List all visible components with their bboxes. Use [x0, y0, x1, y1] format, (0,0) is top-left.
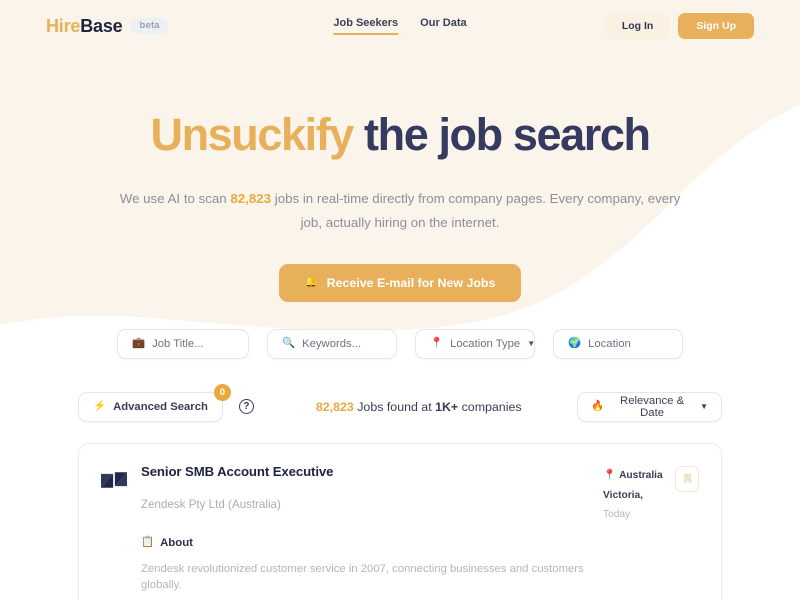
- site-header: HireBase beta Job Seekers Our Data Log I…: [0, 0, 800, 52]
- header-actions: Log In Sign Up: [605, 13, 754, 39]
- results-controls: ⚡ Advanced Search 0 ? 82,823 Jobs found …: [0, 383, 800, 422]
- advanced-search-button[interactable]: ⚡ Advanced Search: [78, 391, 223, 422]
- main-navigation: Job Seekers Our Data: [333, 17, 467, 35]
- chevron-down-icon: ▼: [700, 402, 708, 412]
- pin-icon: 📍: [430, 337, 444, 350]
- clipboard-icon: 📋: [141, 536, 155, 549]
- logo[interactable]: HireBase beta: [46, 16, 169, 37]
- logo-text-secondary: Base: [80, 15, 123, 36]
- page-title: Unsuckify the job search: [0, 110, 800, 160]
- subtitle-job-count: 82,823: [230, 190, 272, 206]
- logo-text: HireBase: [46, 15, 123, 37]
- advanced-search-badge: 0: [213, 383, 231, 401]
- results-suffix-text: companies: [458, 399, 522, 414]
- keywords-placeholder: Keywords...: [302, 337, 362, 350]
- about-section-heading: 📋 About: [141, 537, 589, 549]
- results-company-count: 1K+: [435, 399, 459, 414]
- receive-email-label: Receive E-mail for New Jobs: [326, 275, 496, 290]
- about-section-body: Zendesk revolutionized customer service …: [141, 562, 584, 591]
- lightning-icon: ⚡: [93, 400, 107, 413]
- job-company: Zendesk Pty Ltd (Australia): [141, 497, 281, 511]
- hero-subtitle: We use AI to scan 82,823 jobs in real-ti…: [118, 187, 683, 236]
- advanced-search-label: Advanced Search: [113, 400, 208, 413]
- job-region: Victoria,: [603, 489, 644, 501]
- chevron-down-icon: ▼: [527, 339, 536, 349]
- log-in-button[interactable]: Log In: [605, 13, 670, 39]
- headline-rest: the job search: [352, 109, 651, 160]
- nav-item-our-data[interactable]: Our Data: [420, 17, 466, 35]
- logo-text-primary: Hire: [46, 15, 81, 36]
- cta-container: 🔔 Receive E-mail for New Jobs: [0, 263, 800, 302]
- subtitle-part-2: jobs in real-time directly from company …: [271, 190, 681, 231]
- location-type-select[interactable]: 📍 Location Type ▼: [415, 328, 536, 359]
- bookmark-button[interactable]: [675, 465, 699, 492]
- sort-wrapper: 🔥 Relevance & Date ▼: [577, 391, 722, 422]
- job-title-placeholder: Job Title...: [152, 337, 204, 350]
- sort-dropdown[interactable]: 🔥 Relevance & Date ▼: [577, 391, 722, 422]
- advanced-search-wrapper: ⚡ Advanced Search 0: [78, 383, 231, 422]
- job-meta: 📍 Australia Victoria, Today: [603, 464, 699, 600]
- pin-icon: 📍: [603, 469, 617, 482]
- globe-icon: 🌍: [568, 337, 582, 350]
- keywords-input[interactable]: 🔍 Keywords...: [267, 328, 397, 359]
- results-summary: 82,823 Jobs found at 1K+ companies: [316, 400, 522, 414]
- job-details: Senior SMB Account Executive Zendesk Pty…: [141, 464, 589, 600]
- beta-badge: beta: [130, 18, 169, 34]
- location-input[interactable]: 🌍 Location: [553, 328, 683, 359]
- job-posted-date: Today: [603, 509, 631, 521]
- hero-section: Unsuckify the job search We use AI to sc…: [0, 52, 800, 302]
- bell-icon: 🔔: [304, 276, 318, 289]
- job-title-input[interactable]: 💼 Job Title...: [117, 328, 249, 359]
- job-results-list: Senior SMB Account Executive Zendesk Pty…: [0, 442, 800, 600]
- search-bar: 💼 Job Title... 🔍 Keywords... 📍 Location …: [0, 328, 800, 359]
- zendesk-logo: [101, 471, 127, 488]
- location-type-label: Location Type: [450, 337, 521, 350]
- help-icon[interactable]: ?: [238, 399, 254, 415]
- headline-accent: Unsuckify: [150, 109, 354, 160]
- job-card[interactable]: Senior SMB Account Executive Zendesk Pty…: [78, 442, 722, 600]
- subtitle-part-1: We use AI to scan: [119, 190, 231, 206]
- results-count: 82,823: [315, 399, 354, 414]
- magnifier-icon: 🔍: [282, 337, 296, 350]
- briefcase-icon: 💼: [132, 337, 146, 350]
- job-title[interactable]: Senior SMB Account Executive: [141, 464, 589, 479]
- nav-item-job-seekers[interactable]: Job Seekers: [333, 17, 399, 35]
- receive-email-button[interactable]: 🔔 Receive E-mail for New Jobs: [278, 263, 522, 302]
- about-heading-label: About: [160, 536, 193, 549]
- sign-up-button[interactable]: Sign Up: [678, 13, 754, 39]
- bookmark-icon: [683, 473, 691, 484]
- job-location-info: 📍 Australia Victoria, Today: [603, 466, 665, 526]
- sort-label: Relevance & Date: [620, 394, 685, 419]
- job-country-row: 📍 Australia: [603, 466, 665, 486]
- location-placeholder: Location: [588, 337, 631, 350]
- job-country: Australia: [619, 469, 663, 481]
- results-middle-text: Jobs found at: [353, 399, 436, 414]
- fire-icon: 🔥: [591, 400, 605, 413]
